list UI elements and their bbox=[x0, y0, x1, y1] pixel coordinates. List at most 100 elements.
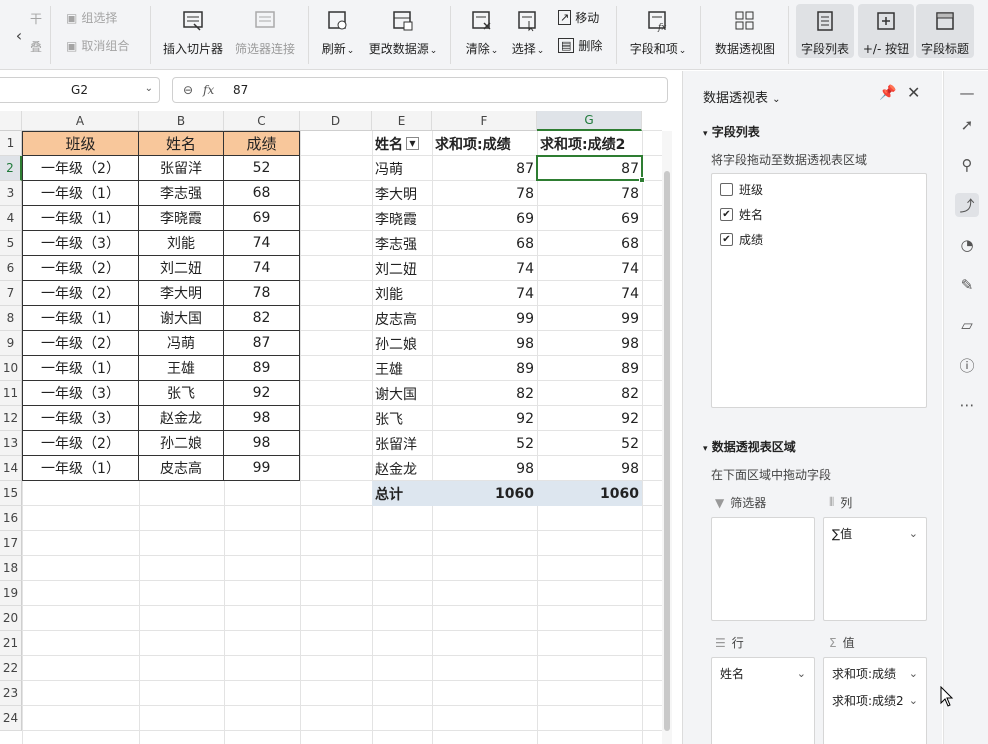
pivot-value-cell[interactable]: 82 bbox=[537, 381, 642, 406]
name-box[interactable]: G2 ⌄ bbox=[0, 77, 160, 103]
minimize-icon[interactable]: — bbox=[955, 81, 979, 105]
pivot-value-cell[interactable]: 89 bbox=[432, 356, 537, 381]
pivot-value-cell[interactable]: 98 bbox=[432, 331, 537, 356]
close-icon[interactable]: ✕ bbox=[907, 83, 920, 102]
source-data-cell[interactable]: 68 bbox=[224, 181, 300, 206]
source-data-cell[interactable]: 69 bbox=[224, 206, 300, 231]
scrollbar-thumb[interactable] bbox=[664, 171, 670, 731]
select-all-corner[interactable] bbox=[0, 111, 22, 131]
change-data-source-button[interactable]: 更改数据源⌄ bbox=[366, 0, 440, 57]
source-data-cell[interactable]: 冯萌 bbox=[139, 331, 224, 356]
source-data-cell[interactable]: 一年级（1） bbox=[22, 306, 139, 331]
field-list-button[interactable]: 字段列表 bbox=[796, 4, 854, 58]
checkbox-checked[interactable]: ✔ bbox=[720, 208, 733, 221]
plus-minus-button[interactable]: +/- 按钮 bbox=[858, 4, 914, 58]
filter-drop-zone[interactable] bbox=[711, 517, 815, 621]
help-icon[interactable]: ⓘ bbox=[955, 353, 979, 377]
sliders-icon[interactable]: ⚲ bbox=[955, 153, 979, 177]
source-data-cell[interactable]: 谢大国 bbox=[139, 306, 224, 331]
value-drop-zone[interactable]: 求和项:成绩 ⌄ 求和项:成绩2 ⌄ bbox=[823, 657, 927, 744]
pivot-pane-icon[interactable]: ⤴ bbox=[955, 193, 979, 217]
source-data-cell[interactable]: 98 bbox=[224, 406, 300, 431]
source-data-cell[interactable]: 一年级（3） bbox=[22, 381, 139, 406]
row-header-4[interactable]: 4 bbox=[0, 206, 22, 231]
pivot-value-cell[interactable]: 69 bbox=[432, 206, 537, 231]
refresh-button[interactable]: 刷新⌄ bbox=[318, 0, 358, 57]
row-header-17[interactable]: 17 bbox=[0, 531, 22, 556]
checkbox-unchecked[interactable] bbox=[720, 183, 733, 196]
pivot-value-cell[interactable]: 52 bbox=[537, 431, 642, 456]
source-header-cell[interactable]: 班级 bbox=[22, 131, 139, 156]
row-header-6[interactable]: 6 bbox=[0, 256, 22, 281]
source-data-cell[interactable]: 87 bbox=[224, 331, 300, 356]
pivot-row-label[interactable]: 张留洋 bbox=[372, 431, 432, 456]
function-icon[interactable]: fx bbox=[203, 83, 225, 97]
filter-connection-button[interactable]: 筛选器连接 bbox=[232, 0, 298, 57]
pivot-value-cell[interactable]: 99 bbox=[432, 306, 537, 331]
row-header-8[interactable]: 8 bbox=[0, 306, 22, 331]
field-list-section-title[interactable]: ▾ 字段列表 bbox=[703, 123, 760, 140]
zoom-icon[interactable]: ⊖ bbox=[173, 83, 203, 97]
source-data-cell[interactable]: 78 bbox=[224, 281, 300, 306]
column-header-g[interactable]: G bbox=[537, 111, 642, 131]
field-item-name[interactable]: ✔ 姓名 bbox=[720, 206, 763, 223]
field-headers-button[interactable]: 字段标题 bbox=[916, 4, 974, 58]
row-header-2[interactable]: 2 bbox=[0, 156, 22, 181]
row-header-11[interactable]: 11 bbox=[0, 381, 22, 406]
pivot-row-label[interactable]: 孙二娘 bbox=[372, 331, 432, 356]
more-icon[interactable]: ⋯ bbox=[955, 393, 979, 417]
pivot-chart-button[interactable]: 数据透视图 bbox=[710, 0, 780, 57]
source-data-cell[interactable]: 刘能 bbox=[139, 231, 224, 256]
column-chip-values[interactable]: ∑值 ⌄ bbox=[828, 521, 922, 545]
select-button[interactable]: 选择⌄ bbox=[508, 0, 548, 57]
pivot-value-cell[interactable]: 74 bbox=[432, 256, 537, 281]
source-data-cell[interactable]: 一年级（3） bbox=[22, 231, 139, 256]
pivot-value-cell[interactable]: 82 bbox=[432, 381, 537, 406]
pivot-row-label[interactable]: 谢大国 bbox=[372, 381, 432, 406]
source-data-cell[interactable]: 一年级（1） bbox=[22, 456, 139, 481]
pivot-value-cell[interactable]: 99 bbox=[537, 306, 642, 331]
spreadsheet-grid[interactable]: A B C D E F G 1 2 3 4 5 6 7 8 9 10 11 12 13 14 15 16 17 18 19 20 21… bbox=[0, 111, 672, 744]
pivot-value-cell[interactable]: 68 bbox=[432, 231, 537, 256]
column-header-b[interactable]: B bbox=[139, 111, 224, 131]
source-data-cell[interactable]: 52 bbox=[224, 156, 300, 181]
pivot-header-cell[interactable]: 求和项:成绩2 bbox=[537, 131, 642, 156]
source-data-cell[interactable]: 李大明 bbox=[139, 281, 224, 306]
column-header-a[interactable]: A bbox=[22, 111, 139, 131]
value-chip-score2[interactable]: 求和项:成绩2 ⌄ bbox=[828, 688, 922, 712]
source-data-cell[interactable]: 一年级（1） bbox=[22, 356, 139, 381]
row-header-23[interactable]: 23 bbox=[0, 681, 22, 706]
pivot-value-cell[interactable]: 74 bbox=[432, 281, 537, 306]
source-data-cell[interactable]: 一年级（2） bbox=[22, 156, 139, 181]
pivot-row-label[interactable]: 李大明 bbox=[372, 181, 432, 206]
column-header-e[interactable]: E bbox=[372, 111, 432, 131]
source-data-cell[interactable]: 刘二妞 bbox=[139, 256, 224, 281]
source-data-cell[interactable]: 张飞 bbox=[139, 381, 224, 406]
source-data-cell[interactable]: 赵金龙 bbox=[139, 406, 224, 431]
row-header-18[interactable]: 18 bbox=[0, 556, 22, 581]
row-header-1[interactable]: 1 bbox=[0, 131, 22, 156]
pivot-row-label[interactable]: 赵金龙 bbox=[372, 456, 432, 481]
source-data-cell[interactable]: 一年级（1） bbox=[22, 206, 139, 231]
source-data-cell[interactable]: 张留洋 bbox=[139, 156, 224, 181]
row-header-16[interactable]: 16 bbox=[0, 506, 22, 531]
vertical-scrollbar[interactable] bbox=[662, 131, 672, 744]
value-chip-score[interactable]: 求和项:成绩 ⌄ bbox=[828, 661, 922, 685]
source-data-cell[interactable]: 李晓霞 bbox=[139, 206, 224, 231]
pivot-value-cell[interactable]: 69 bbox=[537, 206, 642, 231]
row-header-21[interactable]: 21 bbox=[0, 631, 22, 656]
book-icon[interactable]: ▱ bbox=[955, 313, 979, 337]
pivot-value-cell[interactable]: 98 bbox=[432, 456, 537, 481]
source-data-cell[interactable]: 99 bbox=[224, 456, 300, 481]
pivot-value-cell[interactable]: 89 bbox=[537, 356, 642, 381]
source-data-cell[interactable]: 李志强 bbox=[139, 181, 224, 206]
source-data-cell[interactable]: 89 bbox=[224, 356, 300, 381]
fields-items-button[interactable]: fx 字段和项⌄ bbox=[626, 0, 690, 57]
column-header-d[interactable]: D bbox=[300, 111, 372, 131]
pivot-total-label[interactable]: 总计 bbox=[372, 481, 432, 506]
tools-icon[interactable]: ✎ bbox=[955, 273, 979, 297]
row-header-7[interactable]: 7 bbox=[0, 281, 22, 306]
row-header-15[interactable]: 15 bbox=[0, 481, 22, 506]
fill-handle[interactable] bbox=[639, 177, 645, 183]
row-header-20[interactable]: 20 bbox=[0, 606, 22, 631]
